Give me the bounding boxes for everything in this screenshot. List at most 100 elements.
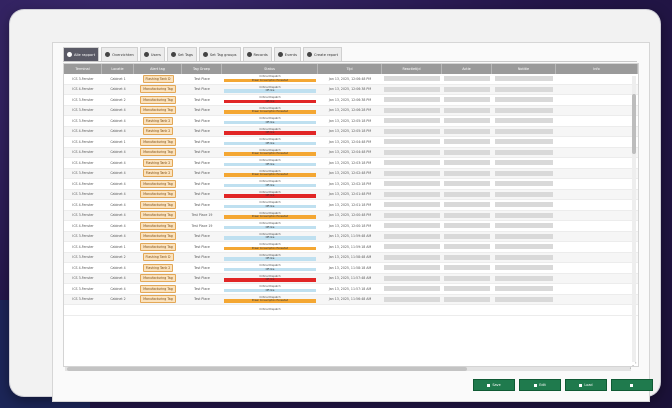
table-row[interactable]: ICS 4-Fenster Cabinet 4 Manufacturing Tag T… bbox=[64, 147, 638, 158]
cell-status: Critical Dispatch bbox=[222, 305, 318, 315]
save-button[interactable]: Save bbox=[473, 379, 515, 391]
column-header[interactable]: Info bbox=[556, 64, 638, 74]
placeholder-field bbox=[494, 275, 554, 281]
cell-terminal: ICS 4-Fenster bbox=[72, 160, 94, 165]
tab-6[interactable]: Events bbox=[273, 47, 301, 61]
cell-tag: Manufacturing Tag bbox=[134, 85, 182, 95]
status-indicator: Critical Dispatch Off-line bbox=[224, 264, 316, 272]
vertical-scrollbar-thumb[interactable] bbox=[632, 94, 636, 154]
cell-empty bbox=[382, 284, 442, 294]
cell-terminal: ICS 3-Fenster bbox=[72, 192, 94, 197]
table-row[interactable]: ICS 3-Fenster Cabinet 4 Manufacturing Tag T… bbox=[64, 105, 638, 116]
cell-status: Critical Dispatch Off-line bbox=[222, 284, 318, 294]
table-row[interactable]: ICS 3-Fenster Cabinet 4 Flashing Tank 2 Tes… bbox=[64, 116, 638, 127]
table-row[interactable]: ICS 3-Fenster Cabinet 4 Manufacturing Tag T… bbox=[64, 210, 638, 221]
column-header[interactable]: Alert tag bbox=[134, 64, 182, 74]
cell-location: Cabinet 1 bbox=[110, 139, 126, 144]
cell-location: Cabinet 2 bbox=[110, 255, 126, 260]
placeholder-field bbox=[494, 296, 554, 302]
cell-location: Cabinet 4 bbox=[110, 213, 126, 218]
table-row[interactable]: ICS 3-Fenster Cabinet 4 Manufacturing Tag T… bbox=[64, 189, 638, 200]
tab-1[interactable]: Overzichten bbox=[101, 47, 138, 61]
tab-0[interactable]: Alle rapport bbox=[63, 47, 100, 61]
cell-empty bbox=[382, 158, 442, 168]
tag-pill: Manufacturing Tag bbox=[140, 200, 176, 209]
column-header[interactable]: Terminal bbox=[64, 64, 102, 74]
table-row[interactable]: ICS 4-Fenster Cabinet 4 Flashing Tank 2 Tes… bbox=[64, 158, 638, 169]
cell-time: Jan 13, 2025, 12:06:38 PM bbox=[328, 87, 372, 92]
table-row[interactable]: ICS 3-Fenster Cabinet 4 Flashing Tank 2 Tes… bbox=[64, 168, 638, 179]
column-header[interactable]: Actie bbox=[442, 64, 492, 74]
placeholder-field bbox=[444, 296, 490, 302]
resize-handle-icon[interactable]: ⋰ bbox=[629, 361, 637, 370]
column-header[interactable]: Tijd bbox=[318, 64, 382, 74]
cell-group: Test Place bbox=[194, 297, 210, 302]
table-row[interactable]: ICS 4-Fenster Cabinet 4 Manufacturing Tag T… bbox=[64, 200, 638, 211]
table-row[interactable]: ICS 4-Fenster Cabinet 1 Manufacturing Tag T… bbox=[64, 137, 638, 148]
cell-empty bbox=[382, 179, 442, 189]
alert-icon bbox=[277, 52, 283, 57]
placeholder-field bbox=[494, 118, 554, 124]
column-header[interactable]: Tag Groep bbox=[182, 64, 222, 74]
placeholder-field bbox=[384, 149, 440, 155]
table-row[interactable]: Critical Dispatch bbox=[64, 305, 638, 316]
table-row[interactable]: ICS 4-Fenster Cabinet 4 Manufacturing Tag T… bbox=[64, 221, 638, 232]
tab-7[interactable]: Create report bbox=[302, 47, 343, 61]
tab-3[interactable]: Set Tags bbox=[166, 47, 197, 61]
table-row[interactable]: ICS 3-Fenster Cabinet 2 Flashing Tank D Tes… bbox=[64, 252, 638, 263]
export-button[interactable] bbox=[611, 379, 653, 391]
table-row[interactable]: ICS 4-Fenster Cabinet 4 Manufacturing Tag T… bbox=[64, 84, 638, 95]
status-text: Critical Dispatch bbox=[259, 308, 281, 312]
cell-empty bbox=[492, 85, 556, 95]
cell-empty bbox=[442, 127, 492, 137]
tab-5[interactable]: Records bbox=[242, 47, 272, 61]
table-row[interactable]: ICS 3-Fenster Cabinet 4 Manufacturing Tag T… bbox=[64, 273, 638, 284]
table-row[interactable]: ICS 4-Fenster Cabinet 1 Manufacturing Tag T… bbox=[64, 242, 638, 253]
cell-info bbox=[556, 116, 638, 126]
status-bar: Off-line bbox=[224, 120, 316, 125]
cell-location: Cabinet 1 bbox=[110, 244, 126, 249]
cell-status: Critical Dispatch Off-line bbox=[222, 116, 318, 126]
cell-time: Jan 13, 2025, 11:57:48 AM bbox=[328, 276, 372, 281]
table-row[interactable]: ICS 4-Fenster Cabinet 4 Flashing Tank 2 Tes… bbox=[64, 126, 638, 137]
edit-button[interactable]: Edit bbox=[519, 379, 561, 391]
table-row[interactable]: ICS 3-Fenster Cabinet 4 Manufacturing Tag T… bbox=[64, 284, 638, 295]
cell-terminal bbox=[64, 305, 102, 315]
placeholder-field bbox=[384, 233, 440, 239]
column-header[interactable]: Reactietijd bbox=[382, 64, 442, 74]
cell-empty bbox=[442, 95, 492, 105]
cell-empty bbox=[442, 211, 492, 221]
tab-2[interactable]: Users bbox=[139, 47, 165, 61]
status-indicator: Critical Dispatch Off-line bbox=[224, 128, 316, 135]
cell-location: Cabinet 1 bbox=[110, 76, 126, 81]
cell-empty bbox=[442, 74, 492, 84]
tab-bar: Alle rapport Overzichten Users Set Tags Set … bbox=[63, 47, 343, 61]
status-indicator: Critical Dispatch Off-line bbox=[224, 254, 316, 261]
cell-info bbox=[556, 221, 638, 231]
horizontal-scrollbar-thumb[interactable] bbox=[67, 367, 467, 371]
cell-terminal: ICS 4-Fenster bbox=[72, 129, 94, 134]
placeholder-field bbox=[384, 265, 440, 271]
tag-pill: Manufacturing Tag bbox=[140, 85, 176, 94]
cell-location bbox=[102, 305, 134, 315]
column-header[interactable]: Locatie bbox=[102, 64, 134, 74]
cell-empty bbox=[442, 148, 492, 158]
table-row[interactable]: ICS 4-Fenster Cabinet 4 Manufacturing Tag T… bbox=[64, 179, 638, 190]
column-header[interactable]: Notitie bbox=[492, 64, 556, 74]
status-bar: Power Consumption Exceeded bbox=[224, 173, 316, 177]
cell-empty bbox=[442, 106, 492, 116]
table-row[interactable]: ICS 3-Fenster Cabinet 1 Flashing Tank D Tes… bbox=[64, 74, 638, 85]
table-row[interactable]: ICS 3-Fenster Cabinet 2 Manufacturing Tag T… bbox=[64, 95, 638, 106]
cell-status: Critical Dispatch Off-line bbox=[222, 253, 318, 263]
status-indicator: Critical Dispatch Off-line bbox=[224, 285, 316, 293]
load-button[interactable]: Load bbox=[565, 379, 607, 391]
status-bar: Power Consumption Exceeded bbox=[224, 215, 316, 219]
table-row[interactable]: ICS 3-Fenster Cabinet 2 Manufacturing Tag T… bbox=[64, 294, 638, 305]
table-row[interactable]: ICS 4-Fenster Cabinet 4 Flashing Tank 2 Tes… bbox=[64, 263, 638, 274]
cell-empty bbox=[442, 284, 492, 294]
tab-4[interactable]: Set Tag groups bbox=[198, 47, 241, 61]
cell-group: Test Place bbox=[194, 118, 210, 123]
table-row[interactable]: ICS 3-Fenster Cabinet 4 Manufacturing Tag T… bbox=[64, 231, 638, 242]
cell-status: Critical Dispatch Power Consumption Excee… bbox=[222, 295, 318, 305]
column-header[interactable]: Status bbox=[222, 64, 318, 74]
